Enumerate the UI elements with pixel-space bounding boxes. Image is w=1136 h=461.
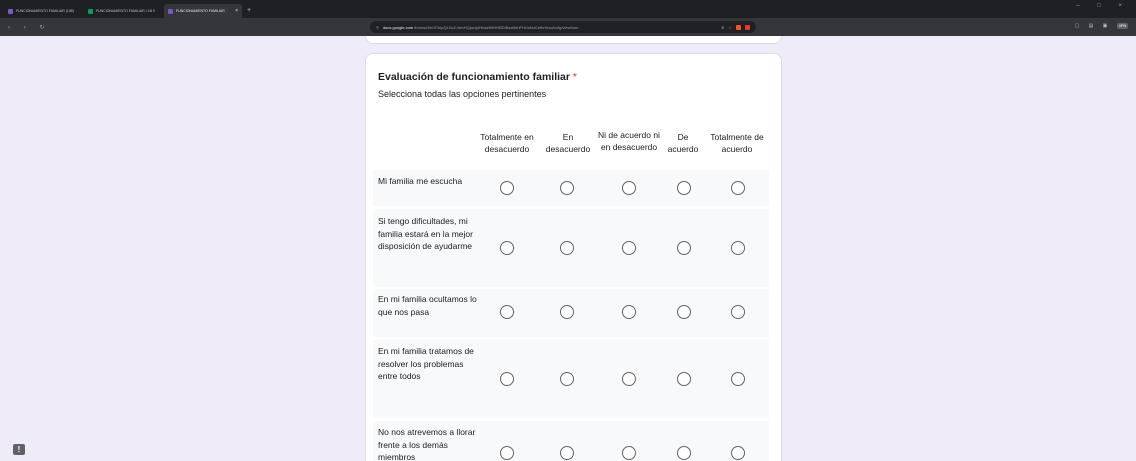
grid-row: En mi familia ocultamos lo que nos pasa — [373, 289, 769, 337]
radio-option[interactable] — [560, 241, 574, 255]
radio-option[interactable] — [677, 305, 691, 319]
question-title: Evaluación de funcionamiento familiar * — [378, 71, 577, 83]
radio-option[interactable] — [677, 372, 691, 386]
grid-row: Si tengo dificultades, mi familia estará… — [373, 209, 769, 287]
brave-rewards-icon[interactable] — [745, 24, 750, 30]
address-bar[interactable]: ⚲ docs.google.com /forms/d/e/1FAIpQLScZ-… — [370, 21, 756, 33]
column-header: De acuerdo — [667, 132, 699, 154]
radio-option[interactable] — [731, 181, 745, 195]
url-host: docs.google.com — [382, 24, 414, 30]
browser-toolbar: ‹ › ↻ ⚲ docs.google.com /forms/d/e/1FAIp… — [0, 18, 1136, 36]
radio-option[interactable] — [677, 181, 691, 195]
new-tab-button[interactable]: + — [247, 4, 251, 18]
close-tab-icon[interactable]: × — [235, 8, 238, 14]
window-controls[interactable]: – □ × — [1076, 3, 1130, 9]
radio-option[interactable] — [622, 305, 636, 319]
radio-option[interactable] — [560, 305, 574, 319]
toolbar-right-icons[interactable]: ▢ ▤ ▣ VPN — [1074, 23, 1128, 29]
sheets-favicon-icon — [88, 8, 93, 14]
radio-option[interactable] — [500, 372, 514, 386]
browser-tab-bar: FUNCIONAMIENTO FAMILIAR (198) FUNCIONAMI… — [0, 0, 1136, 18]
browser-tab[interactable]: FUNCIONAMIENTO FAMILIAR I 1B 0 — [84, 4, 162, 18]
column-header: Ni de acuerdo ni en desacuerdo — [598, 130, 660, 152]
row-label: En mi familia ocultamos lo que nos pasa — [378, 294, 477, 317]
grid-row: En mi familia tratamos de resolver los p… — [373, 340, 769, 418]
column-header: En desacuerdo — [545, 132, 591, 154]
tab-label: FUNCIONAMIENTO FAMILIAR I 1B 0 — [96, 9, 155, 13]
radio-option[interactable] — [560, 181, 574, 195]
radio-option[interactable] — [731, 305, 745, 319]
tab-label: FUNCIONAMIENTO FAMILIAR (198) — [16, 9, 74, 13]
site-info-icon[interactable]: ⚲ — [376, 25, 379, 30]
browser-tab-active[interactable]: FUNCIONAMIENTO FAMILIAR × — [164, 4, 242, 18]
column-header: Totalmente de acuerdo — [710, 132, 764, 154]
row-label: Si tengo dificultades, mi familia estará… — [378, 216, 473, 251]
forms-favicon-icon — [168, 8, 173, 14]
radio-option[interactable] — [500, 446, 514, 460]
report-feedback-icon[interactable]: ! — [13, 444, 25, 455]
bookmark-star-icon[interactable]: ☆ — [728, 25, 732, 30]
vpn-badge[interactable]: VPN — [1116, 23, 1128, 29]
radio-option[interactable] — [500, 241, 514, 255]
forms-favicon-icon — [8, 8, 13, 14]
radio-option[interactable] — [731, 241, 745, 255]
radio-option[interactable] — [677, 241, 691, 255]
row-label: Mi familia me escucha — [378, 176, 463, 186]
row-label: No nos atrevemos a llorar frente a los d… — [378, 427, 476, 461]
question-description: Selecciona todas las opciones pertinente… — [378, 89, 547, 99]
radio-option[interactable] — [622, 241, 636, 255]
row-label: En mi familia tratamos de resolver los p… — [378, 346, 474, 381]
radio-option[interactable] — [500, 305, 514, 319]
column-header: Totalmente en desacuerdo — [480, 132, 534, 154]
radio-option[interactable] — [622, 181, 636, 195]
question-title-text: Evaluación de funcionamiento familiar — [378, 71, 570, 83]
radio-option[interactable] — [500, 181, 514, 195]
brave-shield-icon[interactable] — [736, 24, 741, 30]
radio-option[interactable] — [622, 446, 636, 460]
navigation-buttons[interactable]: ‹ › ↻ — [8, 24, 50, 31]
radio-option[interactable] — [560, 446, 574, 460]
radio-option[interactable] — [677, 446, 691, 460]
radio-option[interactable] — [731, 446, 745, 460]
previous-question-card — [365, 36, 782, 44]
radio-option[interactable] — [731, 372, 745, 386]
required-asterisk: * — [572, 71, 577, 83]
browser-tab[interactable]: FUNCIONAMIENTO FAMILIAR (198) — [4, 4, 82, 18]
radio-option[interactable] — [560, 372, 574, 386]
radio-option[interactable] — [622, 372, 636, 386]
question-card: Evaluación de funcionamiento familiar * … — [365, 53, 782, 461]
grid-row: Mi familia me escucha — [373, 170, 769, 206]
tab-label: FUNCIONAMIENTO FAMILIAR — [176, 9, 225, 13]
grid-row: No nos atrevemos a llorar frente a los d… — [373, 421, 769, 461]
zoom-icon[interactable]: ⊕ — [721, 25, 724, 30]
url-path: /forms/d/e/1FAIpQLScZ-fxmHQpnxjdHkazWtHH… — [414, 24, 579, 30]
